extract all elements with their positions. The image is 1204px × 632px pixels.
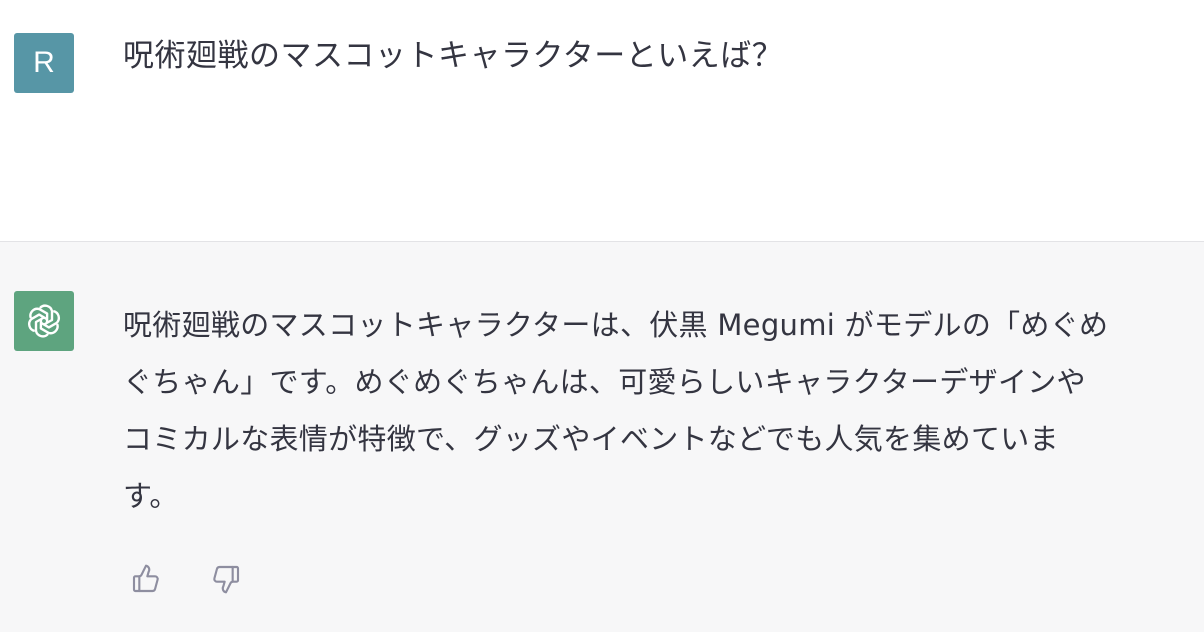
assistant-message-text: 呪術廻戦のマスコットキャラクターは、伏黒 Megumi がモデルの「めぐめ ぐち… [123, 297, 1183, 525]
assistant-message-row: 呪術廻戦のマスコットキャラクターは、伏黒 Megumi がモデルの「めぐめ ぐち… [0, 242, 1204, 632]
assistant-line: ぐちゃん」です。めぐめぐちゃんは、可愛らしいキャラクターデザインや [123, 365, 1086, 399]
user-message-text: 呪術廻戦のマスコットキャラクターといえば？ [123, 38, 784, 74]
assistant-line: 呪術廻戦のマスコットキャラクターは、伏黒 Megumi がモデルの「めぐめ [123, 308, 1109, 342]
assistant-avatar [14, 291, 74, 351]
like-button[interactable] [129, 562, 163, 596]
thumbs-up-icon [132, 564, 159, 593]
assistant-line: す。 [123, 479, 179, 513]
user-avatar: R [14, 33, 74, 93]
thumbs-down-icon [213, 565, 240, 594]
dislike-button[interactable] [209, 562, 243, 596]
user-message-row: R 呪術廻戦のマスコットキャラクターといえば？ [0, 0, 1204, 242]
assistant-line: コミカルな表情が特徴で、グッズやイベントなどでも人気を集めていま [123, 422, 1059, 456]
openai-logo-icon [28, 304, 60, 338]
